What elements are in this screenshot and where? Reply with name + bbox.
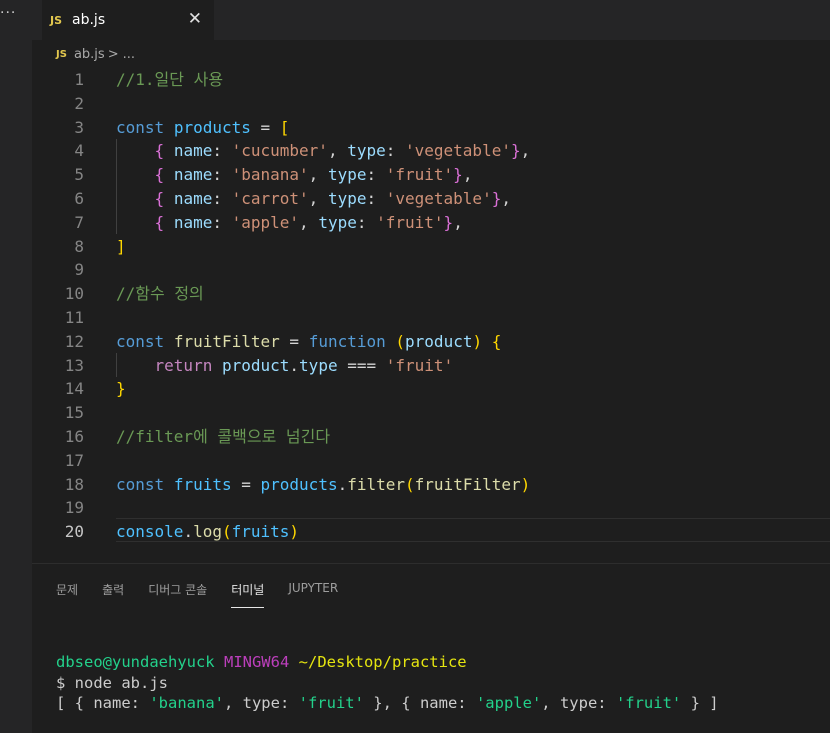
code-line: 14} (32, 377, 830, 401)
tab-problems[interactable]: 문제 (56, 576, 78, 605)
code-line: 4 { name: 'cucumber', type: 'vegetable'}… (32, 139, 830, 163)
keyword-const: const (116, 117, 165, 137)
identifier-fruits: fruits (173, 474, 232, 494)
param-product: product (405, 331, 473, 351)
terminal-string: 'fruit' (615, 694, 682, 712)
line-number: 6 (74, 188, 84, 208)
tab-jupyter[interactable]: JUPYTER (288, 576, 338, 605)
code-line: 9 (32, 258, 830, 282)
terminal[interactable]: dbseo@yundaehyuck MINGW64 ~/Desktop/prac… (56, 652, 719, 714)
editor-tab-bar: JS ab.js ✕ (32, 0, 830, 40)
code-line: 19 (32, 496, 830, 520)
activity-bar: ... (0, 0, 32, 733)
current-line-highlight (116, 518, 830, 542)
code-editor[interactable]: 1 //1.일단 사용 2 3 const products = [ 4 { nam… (32, 68, 830, 544)
line-number: 12 (64, 331, 84, 351)
terminal-path: ~/Desktop/practice (298, 653, 467, 671)
code-line: 10 //함수 정의 (32, 282, 830, 306)
string-literal: 'vegetable' (385, 188, 492, 208)
terminal-host: MINGW64 (223, 653, 290, 671)
chevron-right-icon: > (107, 46, 119, 62)
code-line: 1 //1.일단 사용 (32, 68, 830, 92)
javascript-file-icon: JS (50, 13, 63, 27)
string-literal: 'apple' (231, 212, 300, 232)
line-number: 19 (64, 498, 84, 518)
string-literal: 'cucumber' (231, 141, 328, 161)
line-number: 17 (64, 450, 84, 470)
bracket: ] (116, 236, 126, 256)
keyword-return: return (154, 355, 213, 375)
code-comment: //filter에 콜백으로 넘긴다 (116, 426, 331, 446)
line-number: 2 (74, 93, 84, 113)
method-filter: filter (347, 474, 406, 494)
terminal-string: 'fruit' (298, 694, 364, 712)
line-number: 15 (64, 403, 84, 423)
code-line: 12 const fruitFilter = function (product)… (32, 330, 830, 354)
code-line: 8] (32, 235, 830, 259)
line-number: 11 (64, 307, 84, 327)
line-number: 18 (64, 474, 84, 494)
code-line: 11 (32, 306, 830, 330)
keyword-function: function (308, 331, 386, 351)
identifier-fruitFilter: fruitFilter (173, 331, 280, 351)
tab-filename: ab.js (72, 12, 106, 28)
string-literal: 'banana' (231, 165, 309, 185)
code-line: 15 (32, 401, 830, 425)
line-number: 5 (74, 165, 84, 185)
string-literal: 'carrot' (231, 188, 309, 208)
operator: = (250, 117, 280, 137)
code-line: 13 return product.type === 'fruit' (32, 354, 830, 378)
string-literal: 'fruit' (376, 212, 444, 232)
code-comment: //1.일단 사용 (116, 70, 224, 89)
code-line: 17 (32, 449, 830, 473)
string-literal: 'vegetable' (405, 141, 511, 161)
line-number: 7 (74, 212, 84, 232)
code-line: 7 { name: 'apple', type: 'fruit'}, (32, 211, 830, 235)
bracket: [ (279, 117, 290, 137)
string-literal: 'fruit' (385, 165, 454, 185)
code-line: 3 const products = [ (32, 116, 830, 140)
line-number: 3 (74, 117, 84, 137)
close-icon[interactable]: ✕ (188, 9, 202, 29)
line-number: 16 (64, 426, 84, 446)
code-line: 6 { name: 'carrot', type: 'vegetable'}, (32, 187, 830, 211)
terminal-command: $ node ab.js (56, 673, 168, 692)
code-line: 5 { name: 'banana', type: 'fruit'}, (32, 163, 830, 187)
code-comment: //함수 정의 (116, 284, 204, 304)
editor-tab-ab-js[interactable]: JS ab.js ✕ (42, 0, 214, 40)
line-number: 1 (74, 70, 84, 89)
line-number: 9 (74, 260, 84, 280)
identifier-products: products (173, 117, 251, 137)
breadcrumb-file[interactable]: ab.js (74, 47, 105, 62)
terminal-string: 'banana' (149, 694, 224, 712)
line-number: 4 (74, 141, 84, 161)
line-number: 10 (64, 284, 84, 304)
code-line: 2 (32, 92, 830, 116)
breadcrumb-symbol[interactable]: ... (123, 47, 135, 62)
panel-tab-bar: 문제 출력 디버그 콘솔 터미널 JUPYTER (32, 576, 338, 608)
line-number: 8 (74, 236, 84, 256)
more-actions-icon[interactable]: ... (0, 0, 16, 18)
javascript-file-icon: JS (56, 48, 67, 60)
code-line: 18 const fruits = products.filter(fruitFi… (32, 473, 830, 497)
breadcrumb[interactable]: JS ab.js > ... (56, 45, 135, 63)
tab-debug-console[interactable]: 디버그 콘솔 (148, 576, 207, 605)
line-number: 14 (64, 379, 84, 399)
tab-output[interactable]: 출력 (102, 576, 124, 605)
code-line: 16 //filter에 콜백으로 넘긴다 (32, 425, 830, 449)
line-number: 13 (64, 355, 84, 375)
tab-terminal[interactable]: 터미널 (231, 576, 265, 608)
string-literal: 'fruit' (385, 355, 454, 375)
terminal-output: [ { name: 'banana', type: 'fruit' }, { n… (56, 694, 719, 712)
panel-divider (32, 563, 830, 564)
line-number: 20 (64, 522, 84, 542)
terminal-string: 'apple' (475, 694, 542, 712)
terminal-user: dbseo@yundaehyuck (56, 653, 215, 671)
